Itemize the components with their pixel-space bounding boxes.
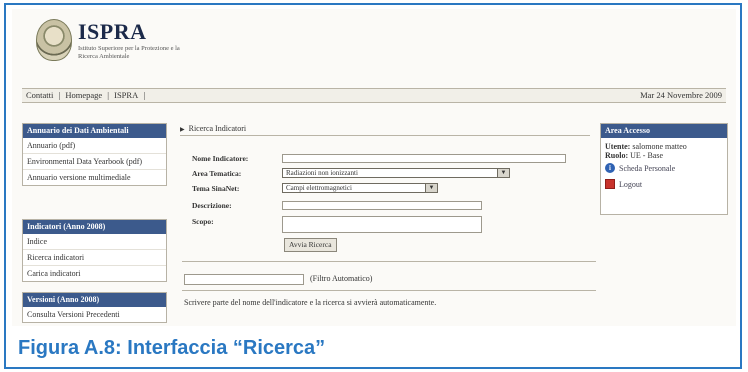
scopo-input[interactable]: [282, 216, 482, 233]
homepage-link[interactable]: Homepage: [65, 90, 102, 100]
filter-label: (Filtro Automatico): [310, 274, 373, 283]
filter-input[interactable]: [184, 274, 304, 285]
sidebar-item-ricerca-indicatori[interactable]: Ricerca indicatori: [23, 250, 166, 266]
top-navigation-bar: Contatti | Homepage | ISPRA | Mar 24 Nov…: [22, 88, 726, 103]
tema-sinanet-label: Tema SinaNet:: [192, 184, 240, 193]
tema-sinanet-value: Campi elettromagnetici: [286, 184, 352, 192]
access-area-box: Area Accesso Utente: salomone matteo Ruo…: [600, 123, 728, 215]
divider: [182, 261, 596, 262]
info-icon: i: [605, 163, 615, 173]
sidebar-item-annuario-pdf[interactable]: Annuario (pdf): [23, 138, 166, 154]
logout-icon: [605, 179, 615, 189]
figure-frame: ISPRA Istituto Superiore per la Protezio…: [4, 3, 742, 369]
descrizione-label: Descrizione:: [192, 201, 232, 210]
sidebar-item-versioni-precedenti[interactable]: Consulta Versioni Precedenti: [23, 307, 166, 322]
user-line: Utente: salomone matteo: [601, 142, 727, 151]
sidebar-versioni-box: Versioni (Anno 2008) Consulta Versioni P…: [22, 292, 167, 323]
separator: |: [58, 90, 61, 100]
nome-indicatore-input[interactable]: [282, 154, 566, 163]
sidebar-item-indice[interactable]: Indice: [23, 234, 166, 250]
user-value: salomone matteo: [632, 142, 687, 151]
scopo-label: Scopo:: [192, 217, 214, 226]
sidebar-indicatori-box: Indicatori (Anno 2008) Indice Ricerca in…: [22, 219, 167, 282]
separator: |: [107, 90, 109, 100]
descrizione-input[interactable]: [282, 201, 482, 210]
profile-link[interactable]: Scheda Personale: [619, 164, 675, 173]
sidebar-item-environmental-yearbook[interactable]: Environmental Data Yearbook (pdf): [23, 154, 166, 170]
divider: [182, 290, 596, 291]
top-links: Contatti | Homepage | ISPRA |: [26, 89, 148, 102]
sidebar-annuario-box: Annuario dei Dati Ambientali Annuario (p…: [22, 123, 167, 186]
avvia-ricerca-button[interactable]: Avvia Ricerca: [284, 238, 337, 252]
separator: |: [143, 90, 146, 100]
ispra-emblem-icon: [36, 19, 72, 61]
logout-link-row[interactable]: Logout: [601, 176, 727, 192]
search-section-title: Ricerca Indicatori: [188, 124, 247, 133]
logo-subtitle: Istituto Superiore per la Protezione e l…: [78, 45, 180, 60]
area-tematica-label: Area Tematica:: [192, 169, 242, 178]
figure-caption: Figura A.8: Interfaccia “Ricerca”: [18, 337, 326, 359]
sidebar-box-title: Versioni (Anno 2008): [23, 293, 166, 307]
search-hint: Scrivere parte del nome dell'indicatore …: [184, 298, 437, 307]
chevron-down-icon[interactable]: ▼: [425, 184, 437, 192]
app-screenshot: ISPRA Istituto Superiore per la Protezio…: [12, 9, 736, 326]
role-line: Ruolo: UE - Base: [601, 151, 727, 160]
sidebar-item-carica-indicatori[interactable]: Carica indicatori: [23, 266, 166, 281]
ispra-link[interactable]: ISPRA: [114, 90, 138, 100]
sidebar-box-title: Annuario dei Dati Ambientali: [23, 124, 166, 138]
tema-sinanet-select[interactable]: Campi elettromagnetici ▼: [282, 183, 438, 193]
access-area-title: Area Accesso: [601, 124, 727, 138]
logout-link[interactable]: Logout: [619, 180, 642, 189]
sidebar-item-annuario-multimediale[interactable]: Annuario versione multimediale: [23, 170, 166, 185]
search-section-header: ▶ Ricerca Indicatori: [180, 123, 590, 136]
role-label: Ruolo:: [605, 151, 629, 160]
user-label: Utente:: [605, 142, 631, 151]
chevron-down-icon[interactable]: ▼: [497, 169, 509, 177]
nome-indicatore-label: Nome Indicatore:: [192, 154, 249, 163]
current-date: Mar 24 Novembre 2009: [640, 90, 722, 100]
logo-title: ISPRA: [78, 19, 147, 44]
contatti-link[interactable]: Contatti: [26, 90, 53, 100]
profile-link-row[interactable]: i Scheda Personale: [601, 160, 727, 176]
expand-arrow-icon: ▶: [180, 127, 185, 133]
area-tematica-select[interactable]: Radiazioni non ionizzanti ▼: [282, 168, 510, 178]
sidebar-box-title: Indicatori (Anno 2008): [23, 220, 166, 234]
role-value: UE - Base: [630, 151, 664, 160]
area-tematica-value: Radiazioni non ionizzanti: [286, 169, 358, 177]
